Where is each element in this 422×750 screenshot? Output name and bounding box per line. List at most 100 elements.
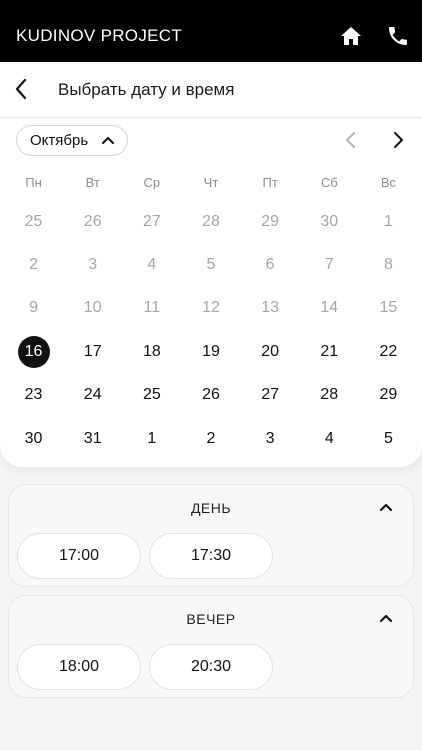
calendar: Октябрь Пн Вт Ср Чт Пт Сб Вс 25 26 27 28 29 3… bbox=[0, 118, 422, 467]
calendar-day-label: 6 bbox=[265, 256, 275, 274]
page-title: Выбрать дату и время bbox=[58, 80, 235, 99]
calendar-day[interactable]: 27 bbox=[241, 374, 300, 417]
calendar-day-label: 8 bbox=[383, 256, 393, 274]
calendar-day-label: 25 bbox=[24, 212, 43, 230]
calendar-day-label: 5 bbox=[383, 429, 393, 447]
calendar-day: 10 bbox=[63, 287, 122, 330]
calendar-day-label: 26 bbox=[83, 212, 102, 230]
top-bar: KUDINOV PROJECT bbox=[0, 0, 422, 62]
weekday-label: Чт bbox=[203, 175, 219, 190]
calendar-day-label: 9 bbox=[29, 299, 39, 317]
calendar-day-label: 3 bbox=[265, 429, 275, 447]
weekday-header: Пн Вт Ср Чт Пт Сб Вс bbox=[4, 174, 418, 192]
calendar-day-label: 29 bbox=[261, 212, 280, 230]
calendar-day: 5 bbox=[181, 243, 240, 286]
weekday-label: Пт bbox=[262, 175, 278, 190]
calendar-day: 6 bbox=[241, 243, 300, 286]
calendar-day: 8 bbox=[359, 243, 418, 286]
calendar-day-label: 7 bbox=[324, 256, 334, 274]
home-icon[interactable] bbox=[339, 24, 363, 48]
weekday-label: Вс bbox=[380, 175, 396, 190]
calendar-day-label: 28 bbox=[202, 212, 220, 230]
weekday-label: Вт bbox=[85, 175, 100, 190]
page-header: Выбрать дату и время bbox=[0, 62, 422, 118]
calendar-day[interactable]: 28 bbox=[300, 374, 359, 417]
chevron-up-icon bbox=[101, 134, 115, 146]
prev-month-icon[interactable] bbox=[341, 130, 361, 150]
calendar-day[interactable]: 26 bbox=[181, 374, 240, 417]
calendar-day[interactable]: 2 bbox=[181, 417, 240, 460]
calendar-day: 11 bbox=[122, 287, 181, 330]
chevron-up-icon[interactable] bbox=[379, 501, 393, 513]
time-slot-button[interactable]: 18:00 bbox=[17, 644, 141, 690]
calendar-day-label: 27 bbox=[142, 212, 161, 230]
calendar-day-label: 2 bbox=[29, 256, 39, 274]
calendar-day: 15 bbox=[359, 287, 418, 330]
calendar-day-label: 21 bbox=[320, 342, 339, 360]
calendar-day-label: 29 bbox=[379, 386, 398, 404]
calendar-day-label: 25 bbox=[142, 386, 161, 404]
calendar-day-label: 27 bbox=[261, 386, 280, 404]
next-month-icon[interactable] bbox=[388, 130, 408, 150]
calendar-day: 1 bbox=[359, 200, 418, 243]
calendar-day-label: 24 bbox=[83, 386, 102, 404]
calendar-day-label: 1 bbox=[383, 212, 393, 230]
calendar-day-label: 30 bbox=[24, 429, 43, 447]
calendar-day-label: 31 bbox=[83, 429, 102, 447]
section-title: ВЕЧЕР bbox=[186, 611, 236, 627]
calendar-day-label: 14 bbox=[320, 299, 339, 317]
calendar-day-label: 10 bbox=[83, 299, 102, 317]
calendar-day[interactable]: 29 bbox=[359, 374, 418, 417]
section-evening: ВЕЧЕР 18:00 20:30 bbox=[8, 595, 414, 698]
calendar-day[interactable]: 20 bbox=[241, 330, 300, 373]
chevron-left-icon[interactable] bbox=[10, 76, 34, 102]
calendar-day[interactable]: 17 bbox=[63, 330, 122, 373]
calendar-day[interactable]: 21 bbox=[300, 330, 359, 373]
calendar-day: 28 bbox=[181, 200, 240, 243]
calendar-day: 29 bbox=[241, 200, 300, 243]
calendar-day: 4 bbox=[122, 243, 181, 286]
calendar-day[interactable]: 23 bbox=[4, 374, 63, 417]
weekday-label: Ср bbox=[143, 175, 161, 190]
calendar-day[interactable]: 18 bbox=[122, 330, 181, 373]
calendar-day-label: 4 bbox=[324, 429, 334, 447]
calendar-day-label: 22 bbox=[379, 342, 398, 360]
calendar-day-label: 12 bbox=[202, 299, 220, 317]
calendar-day: 13 bbox=[241, 287, 300, 330]
day-grid: 25 26 27 28 29 30 1 2 3 4 5 6 7 8 9 10 11 12 13 14 15 16 17 18 1… bbox=[4, 200, 418, 460]
calendar-day[interactable]: 22 bbox=[359, 330, 418, 373]
calendar-day-label: 11 bbox=[143, 299, 161, 317]
calendar-day: 7 bbox=[300, 243, 359, 286]
calendar-day: 26 bbox=[63, 200, 122, 243]
calendar-day-label: 23 bbox=[24, 386, 43, 404]
phone-icon[interactable] bbox=[386, 24, 410, 48]
chevron-up-icon[interactable] bbox=[379, 612, 393, 624]
month-label: Октябрь bbox=[30, 132, 89, 149]
calendar-day[interactable]: 25 bbox=[122, 374, 181, 417]
weekday-label: Сб bbox=[320, 175, 338, 190]
calendar-day[interactable]: 5 bbox=[359, 417, 418, 460]
calendar-day-label: 18 bbox=[142, 342, 161, 360]
calendar-day: 14 bbox=[300, 287, 359, 330]
calendar-day[interactable]: 30 bbox=[4, 417, 63, 460]
calendar-day-selected[interactable]: 16 bbox=[4, 330, 63, 373]
calendar-day[interactable]: 19 bbox=[181, 330, 240, 373]
time-slot-button[interactable]: 17:30 bbox=[149, 533, 273, 579]
calendar-day[interactable]: 1 bbox=[122, 417, 181, 460]
calendar-day: 25 bbox=[4, 200, 63, 243]
calendar-day[interactable]: 4 bbox=[300, 417, 359, 460]
calendar-day[interactable]: 31 bbox=[63, 417, 122, 460]
calendar-day-label: 30 bbox=[320, 212, 339, 230]
calendar-day[interactable]: 24 bbox=[63, 374, 122, 417]
calendar-day: 9 bbox=[4, 287, 63, 330]
calendar-day-label: 13 bbox=[261, 299, 280, 317]
calendar-day[interactable]: 3 bbox=[241, 417, 300, 460]
time-slot-button[interactable]: 17:00 bbox=[17, 533, 141, 579]
section-title: ДЕНЬ bbox=[190, 500, 232, 516]
brand-title: KUDINOV PROJECT bbox=[16, 26, 183, 45]
time-slot-button[interactable]: 20:30 bbox=[149, 644, 273, 690]
calendar-day-label: 4 bbox=[147, 256, 157, 274]
calendar-day-label: 2 bbox=[206, 429, 216, 447]
calendar-day-label: 28 bbox=[320, 386, 339, 404]
month-select-button[interactable]: Октябрь bbox=[16, 125, 128, 156]
